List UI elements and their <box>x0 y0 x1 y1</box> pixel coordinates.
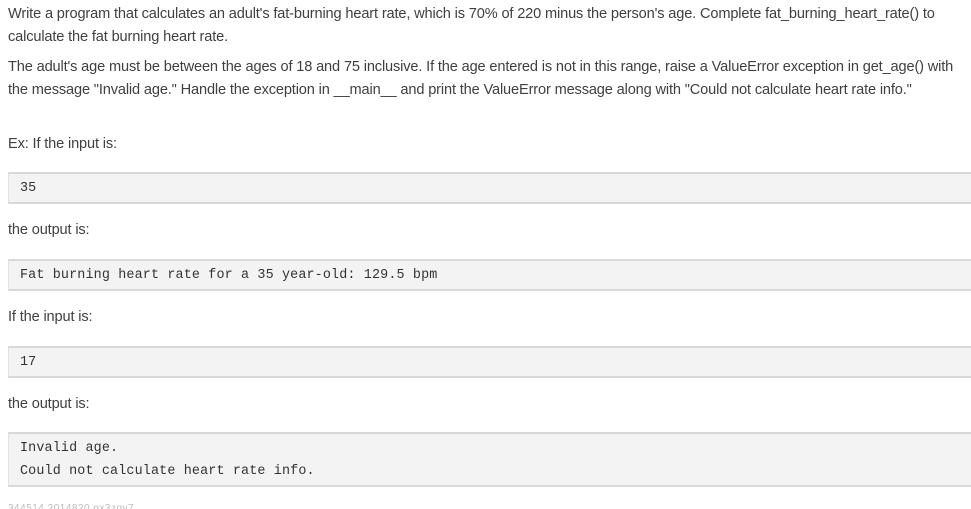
example-1-input-line: 35 <box>20 181 37 196</box>
example-2-output-label: the output is: <box>8 396 90 412</box>
example-2-input-box: 17 <box>8 346 971 378</box>
example-1-output-box: Fat burning heart rate for a 35 year-old… <box>8 259 971 291</box>
example-1-input-label: Ex: If the input is: <box>8 136 117 152</box>
problem-paragraph-validation: The adult's age must be between the ages… <box>8 59 954 98</box>
example-2-output-line: Invalid age. <box>20 441 119 456</box>
problem-paragraph-intro: Write a program that calculates an adult… <box>8 6 935 45</box>
example-2-output-box: Invalid age. Could not calculate heart r… <box>8 432 971 487</box>
example-1-output-line: Fat burning heart rate for a 35 year-old… <box>20 268 438 283</box>
footer-id-text: 344514.2014820.qx3zqy7 <box>8 503 135 509</box>
example-2-input-label: If the input is: <box>8 309 93 325</box>
example-1-input-box: 35 <box>8 172 971 204</box>
footer-id: 344514.2014820.qx3zqy7 <box>8 500 134 509</box>
example-1-output-label: the output is: <box>8 222 90 238</box>
example-2-output-line: Could not calculate heart rate info. <box>20 464 315 479</box>
example-2-input-line: 17 <box>20 355 37 370</box>
